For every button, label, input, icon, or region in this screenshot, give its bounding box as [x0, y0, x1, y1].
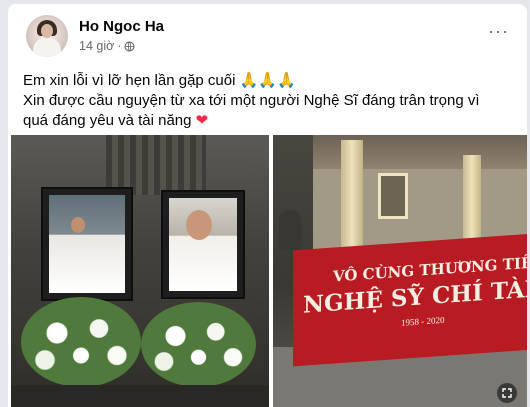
flower-stand — [11, 385, 269, 407]
portrait-frame-right — [161, 190, 245, 299]
post-text-line: Em xin lỗi vì lỡ hẹn lần gặp cuối 🙏🙏🙏 — [23, 72, 296, 89]
portrait-right-face — [186, 210, 212, 240]
post-media: VÔ CÙNG THƯƠNG TIẾC NGHỆ SỸ CHÍ TÀI 1958… — [11, 135, 527, 407]
author-name[interactable]: Ho Ngoc Ha — [79, 18, 164, 35]
portrait-left-figure — [71, 217, 85, 233]
post-text-line: Xin được cầu nguyện từ xa tới một người … — [23, 92, 480, 109]
author-avatar[interactable] — [26, 15, 68, 57]
memorial-banner: VÔ CÙNG THƯƠNG TIẾC NGHỆ SỸ CHÍ TÀI 1958… — [293, 233, 527, 367]
pillar — [341, 140, 363, 250]
post-text-span: quá đáng yêu và tài năng — [23, 112, 192, 129]
more-options-button[interactable]: ··· — [488, 22, 509, 40]
pillar — [463, 155, 481, 250]
heart-emoji: ❤ — [195, 112, 209, 129]
window — [378, 173, 408, 219]
portrait-frame-left — [41, 187, 133, 301]
expand-icon[interactable] — [497, 383, 517, 403]
globe-icon[interactable] — [124, 40, 136, 52]
photo-memorial-banner[interactable]: VÔ CÙNG THƯƠNG TIẾC NGHỆ SỸ CHÍ TÀI 1958… — [273, 135, 527, 407]
post-text-line: quá đáng yêu và tài năng ❤ — [23, 111, 518, 131]
flower-arrangement-left — [21, 297, 141, 387]
flower-arrangement-right — [141, 302, 256, 387]
photo-memorial-portraits[interactable] — [11, 135, 269, 407]
wall-panel — [106, 135, 206, 195]
person — [279, 210, 301, 250]
post-meta: 14 giờ · — [79, 39, 136, 53]
post-timestamp[interactable]: 14 giờ — [79, 39, 114, 53]
facebook-post: Ho Ngoc Ha 14 giờ · ··· Em xin lỗi vì lỡ… — [8, 4, 527, 407]
banner-years: 1958 - 2020 — [401, 314, 445, 328]
post-text: Em xin lỗi vì lỡ hẹn lần gặp cuối 🙏🙏🙏 Xi… — [23, 71, 518, 131]
meta-separator: · — [117, 39, 122, 53]
